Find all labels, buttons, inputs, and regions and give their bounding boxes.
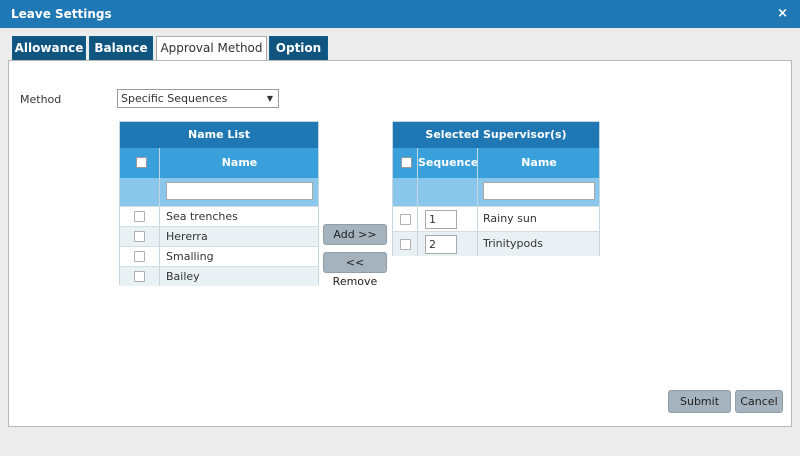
dialog-titlebar: Leave Settings × xyxy=(0,0,800,28)
name-filter-cell xyxy=(159,178,319,206)
row-name: Hererra xyxy=(159,227,319,246)
row-checkbox[interactable] xyxy=(400,214,411,225)
row-checkbox[interactable] xyxy=(134,271,145,282)
tab-approval-method[interactable]: Approval Method xyxy=(156,36,267,62)
dialog-title: Leave Settings xyxy=(11,7,112,21)
row-checkbox[interactable] xyxy=(400,239,411,250)
selected-supervisors-title: Selected Supervisor(s) xyxy=(393,122,599,148)
name-filter-cell xyxy=(477,178,600,206)
row-checkbox[interactable] xyxy=(134,251,145,262)
name-filter-row xyxy=(120,178,318,206)
sequence-filter-cell xyxy=(417,178,477,206)
chevron-down-icon: ▼ xyxy=(266,94,273,103)
selected-row[interactable]: 1 Rainy sun xyxy=(393,206,599,231)
selected-header: Sequence Name xyxy=(393,148,599,178)
tab-option[interactable]: Option xyxy=(269,36,328,61)
row-checkbox[interactable] xyxy=(134,231,145,242)
name-list-grid: Name List Name Sea trenches Hererra Smal… xyxy=(119,121,319,286)
sequence-column-header[interactable]: Sequence xyxy=(417,148,478,178)
method-select[interactable]: Specific Sequences ▼ xyxy=(117,89,279,108)
close-icon[interactable]: × xyxy=(777,6,788,21)
name-filter-input[interactable] xyxy=(166,182,313,200)
row-name: Sea trenches xyxy=(159,207,319,226)
tab-balance[interactable]: Balance xyxy=(89,36,153,61)
row-checkbox[interactable] xyxy=(134,211,145,222)
row-name: Trinitypods xyxy=(477,232,600,256)
name-list-row[interactable]: Sea trenches xyxy=(120,206,318,226)
select-all-checkbox[interactable] xyxy=(136,157,147,168)
selected-filter-row xyxy=(393,178,599,206)
name-filter-input[interactable] xyxy=(483,182,595,200)
name-list-row[interactable]: Smalling xyxy=(120,246,318,266)
name-column-header[interactable]: Name xyxy=(159,148,319,178)
name-list-title: Name List xyxy=(120,122,318,148)
name-list-row[interactable]: Bailey xyxy=(120,266,318,286)
row-name: Bailey xyxy=(159,267,319,286)
selected-supervisors-grid: Selected Supervisor(s) Sequence Name 1 R… xyxy=(392,121,600,256)
method-label: Method xyxy=(20,93,62,106)
method-select-value: Specific Sequences xyxy=(121,92,228,105)
cancel-button[interactable]: Cancel xyxy=(735,390,783,413)
submit-button[interactable]: Submit xyxy=(668,390,731,413)
row-name: Rainy sun xyxy=(477,207,600,231)
selected-row[interactable]: 2 Trinitypods xyxy=(393,231,599,256)
sequence-input[interactable]: 1 xyxy=(425,210,457,229)
sequence-input[interactable]: 2 xyxy=(425,235,457,254)
sequence-cell: 2 xyxy=(417,232,477,256)
name-column-header[interactable]: Name xyxy=(477,148,600,178)
name-list-row[interactable]: Hererra xyxy=(120,226,318,246)
remove-button[interactable]: << Remove xyxy=(323,252,387,288)
select-all-checkbox[interactable] xyxy=(401,157,412,168)
add-button[interactable]: Add >> xyxy=(323,224,387,245)
name-list-header: Name xyxy=(120,148,318,178)
row-name: Smalling xyxy=(159,247,319,266)
sequence-cell: 1 xyxy=(417,207,477,231)
tab-allowance[interactable]: Allowance xyxy=(12,36,86,61)
